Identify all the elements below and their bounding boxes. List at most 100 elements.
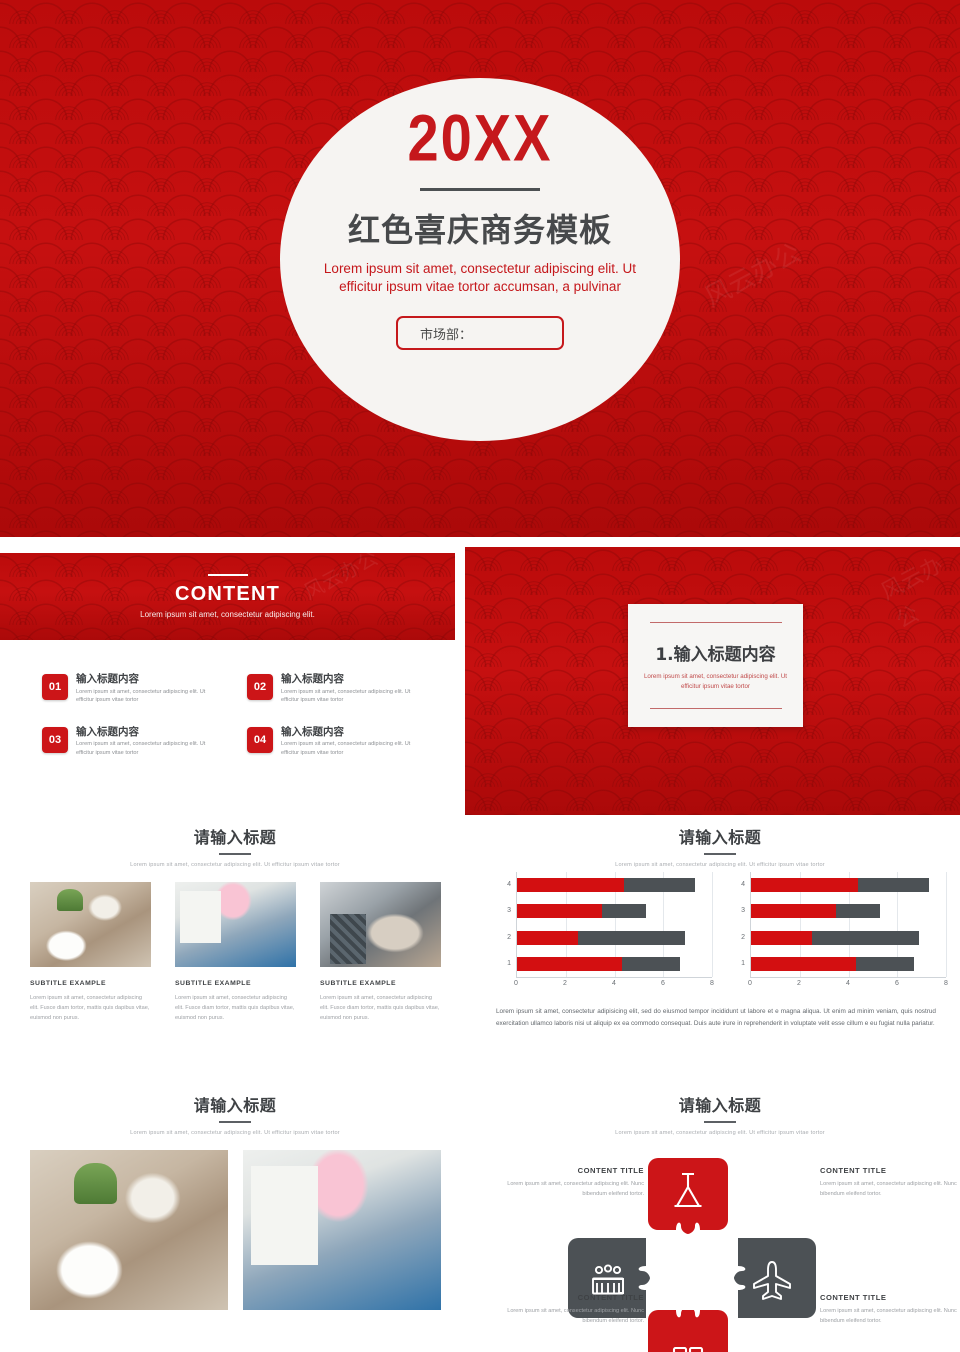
slide-title: 请输入标题 <box>678 1096 762 1115</box>
puzzle-piece-top[interactable] <box>648 1158 728 1246</box>
slide-section-divider[interactable]: 风云办公 1.输入标题内容 Lorem ipsum sit amet, cons… <box>465 547 960 815</box>
team-meeting-whiteboard-photo[interactable] <box>243 1150 441 1310</box>
section-title: 1.输入标题内容 <box>655 644 776 665</box>
toc-item-01[interactable]: 01 输入标题内容 Lorem ipsum sit amet, consecte… <box>42 673 217 705</box>
toc-item-title: 输入标题内容 <box>76 673 139 685</box>
puzzle-label-title: CONTENT TITLE <box>820 1166 887 1175</box>
toc-heading: CONTENT <box>174 583 281 605</box>
puzzle-label-top-right: CONTENT TITLE Lorem ipsum sit amet, cons… <box>820 1166 960 1200</box>
chart-bar-segment <box>517 956 622 971</box>
chart-paragraph: Lorem ipsum sit amet, consectetur adipis… <box>496 1008 936 1028</box>
chart-bar-segment <box>811 930 920 945</box>
photo-card[interactable]: SUBTITLE EXAMPLE Lorem ipsum sit amet, c… <box>30 882 151 1023</box>
slide-heading: 请输入标题 Lorem ipsum sit amet, consectetur … <box>0 1092 470 1136</box>
chart-bar-row: 1 <box>741 956 946 971</box>
toc-item-02[interactable]: 02 输入标题内容 Lorem ipsum sit amet, consecte… <box>247 673 422 705</box>
slide-cover[interactable]: 风云办公 风云办公 20XX 红色喜庆商务模板 Lorem ipsum sit … <box>0 0 960 537</box>
chart-x-tick-label: 0 <box>514 980 518 987</box>
department-field[interactable]: 市场部： <box>396 316 564 351</box>
title-rule <box>219 853 251 855</box>
chart-x-tick-label: 2 <box>797 980 801 987</box>
office-desk-laptop-plant-photo[interactable] <box>30 1150 228 1310</box>
chart-bar-segment <box>751 904 837 919</box>
chart-y-tick-label: 3 <box>507 907 511 915</box>
puzzle-stage: CONTENT TITLE Lorem ipsum sit amet, cons… <box>480 1138 960 1352</box>
chart-bar-row: 2 <box>741 930 946 945</box>
toc-item-title: 输入标题内容 <box>281 673 344 685</box>
slide-heading: 请输入标题 Lorem ipsum sit amet, consectetur … <box>480 824 960 868</box>
photo-description: Lorem ipsum sit amet, consectetur adipis… <box>175 995 295 1021</box>
puzzle-label-bottom-right: CONTENT TITLE Lorem ipsum sit amet, cons… <box>820 1293 960 1327</box>
chart-bar-row: 3 <box>507 904 712 919</box>
chart-x-tick-label: 6 <box>895 980 899 987</box>
toc-number-badge: 03 <box>42 726 68 753</box>
chart-x-tick-label: 4 <box>612 980 616 987</box>
chart-gridline <box>712 872 713 977</box>
cover-year: 20XX <box>407 100 553 175</box>
chart-y-tick-label: 1 <box>507 959 511 967</box>
photo-row <box>30 1150 442 1310</box>
slide-subtitle: Lorem ipsum sit amet, consectetur adipis… <box>130 1130 340 1136</box>
puzzle-label-top-left: CONTENT TITLE Lorem ipsum sit amet, cons… <box>502 1166 644 1200</box>
team-meeting-sticky-notes-photo <box>175 882 296 967</box>
chart-bar-row: 4 <box>741 878 946 893</box>
toc-item-04[interactable]: 04 输入标题内容 Lorem ipsum sit amet, consecte… <box>247 726 422 758</box>
puzzle-label-desc: Lorem ipsum sit amet, consectetur adipis… <box>507 1181 644 1198</box>
chart-bar-segment <box>624 878 695 893</box>
title-rule <box>704 1121 736 1123</box>
slide-subtitle: Lorem ipsum sit amet, consectetur adipis… <box>615 862 825 868</box>
presentation-preview-page: 风云办公 风云办公 20XX 红色喜庆商务模板 Lorem ipsum sit … <box>0 0 960 1352</box>
cover-circle: 20XX 红色喜庆商务模板 Lorem ipsum sit amet, cons… <box>280 78 680 441</box>
toc-heading-subtitle: Lorem ipsum sit amet, consectetur adipis… <box>140 610 315 619</box>
stacked-bar-chart-left[interactable]: 1 2 3 4 0 2 4 6 8 <box>494 872 714 993</box>
chart-gridline <box>946 872 947 977</box>
cover-divider <box>420 188 540 191</box>
chart-y-tick-label: 2 <box>741 933 745 941</box>
stacked-bar-chart-right[interactable]: 1 2 3 4 0 2 4 6 8 <box>728 872 948 993</box>
slide-subtitle: Lorem ipsum sit amet, consectetur adipis… <box>130 862 340 868</box>
slide-subtitle: Lorem ipsum sit amet, consectetur adipis… <box>615 1130 825 1136</box>
puzzle-piece-bottom[interactable] <box>648 1310 728 1352</box>
toc-item-03[interactable]: 03 输入标题内容 Lorem ipsum sit amet, consecte… <box>42 725 217 758</box>
chart-x-tick-label: 6 <box>661 980 665 987</box>
photo-caption: SUBTITLE EXAMPLE <box>320 980 396 987</box>
slide-title: 请输入标题 <box>193 828 277 847</box>
toc-item-desc: Lorem ipsum sit amet, consectetur adipis… <box>76 688 206 704</box>
puzzle-label-title: CONTENT TITLE <box>820 1293 887 1302</box>
slide-three-photos[interactable]: 请输入标题 Lorem ipsum sit amet, consectetur … <box>0 820 470 1082</box>
toc-number-badge: 04 <box>247 726 273 753</box>
toc-red-band: CONTENT Lorem ipsum sit amet, consectetu… <box>0 553 455 640</box>
chart-x-tick-label: 2 <box>563 980 567 987</box>
puzzle-label-bottom-left: CONTENT TITLE Lorem ipsum sit amet, cons… <box>502 1293 644 1327</box>
photo-caption: SUBTITLE EXAMPLE <box>175 980 251 987</box>
chart-y-tick-label: 1 <box>741 959 745 967</box>
toc-item-desc: Lorem ipsum sit amet, consectetur adipis… <box>76 741 206 757</box>
photo-card[interactable]: SUBTITLE EXAMPLE Lorem ipsum sit amet, c… <box>175 882 296 1023</box>
chart-y-tick-label: 4 <box>741 881 745 889</box>
slide-bar-charts[interactable]: 请输入标题 Lorem ipsum sit amet, consectetur … <box>480 820 960 1082</box>
chart-bar-segment <box>751 930 812 945</box>
photo-card-row: SUBTITLE EXAMPLE Lorem ipsum sit amet, c… <box>30 882 442 1023</box>
chart-bar-segment <box>858 878 929 893</box>
section-rule-bottom <box>649 708 782 710</box>
chart-plot-area: 1 2 3 4 <box>741 872 947 977</box>
photo-caption: SUBTITLE EXAMPLE <box>30 980 106 987</box>
chart-bar-row: 4 <box>507 878 712 893</box>
toc-item-grid: 01 输入标题内容 Lorem ipsum sit amet, consecte… <box>42 673 422 758</box>
toc-item-title: 输入标题内容 <box>76 725 139 738</box>
toc-item-desc: Lorem ipsum sit amet, consectetur adipis… <box>281 741 411 757</box>
slide-two-photos[interactable]: 请输入标题 Lorem ipsum sit amet, consectetur … <box>0 1088 470 1352</box>
section-rule-top <box>649 621 782 623</box>
chart-bar-segment <box>855 956 915 971</box>
slide-puzzle-diagram[interactable]: 请输入标题 Lorem ipsum sit amet, consectetur … <box>480 1088 960 1352</box>
chart-bar-segment <box>602 904 647 919</box>
slide-title: 请输入标题 <box>678 828 762 847</box>
chart-plot-area: 1 2 3 4 <box>507 872 713 977</box>
puzzle-piece-right[interactable] <box>728 1238 816 1318</box>
slide-table-of-contents[interactable]: CONTENT Lorem ipsum sit amet, consectetu… <box>0 547 455 815</box>
chart-bar-segment <box>751 956 856 971</box>
photo-card[interactable]: SUBTITLE EXAMPLE Lorem ipsum sit amet, c… <box>320 882 441 1023</box>
watermark: 风云办公 <box>877 552 948 634</box>
photo-description: Lorem ipsum sit amet, consectetur adipis… <box>30 995 150 1021</box>
chart-row: 1 2 3 4 0 2 4 6 8 1 2 3 4 0 2 4 6 8 <box>494 872 948 993</box>
